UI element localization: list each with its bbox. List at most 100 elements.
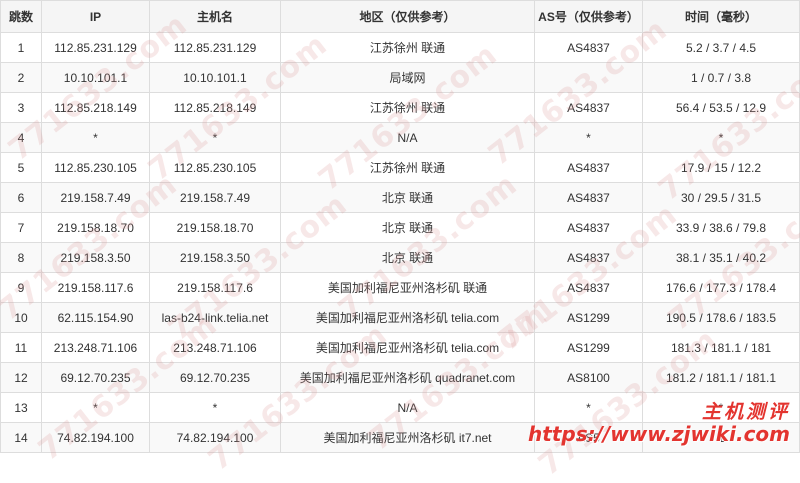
cell-hop: 14 — [0, 422, 42, 453]
cell-ip[interactable]: 219.158.3.50 — [41, 242, 150, 273]
table-row: 7 219.158.18.70 219.158.18.70 北京 联通 AS4837 33… — [0, 212, 800, 243]
header-region: 地区（仅供参考） — [280, 0, 535, 33]
header-as: AS号（仅供参考） — [534, 0, 643, 33]
table-row: 5 112.85.230.105 112.85.230.105 江苏徐州 联通 AS48… — [0, 152, 800, 183]
cell-hostname: 69.12.70.235 — [149, 362, 281, 393]
cell-time: 1 — [642, 422, 800, 453]
cell-region: 美国加利福尼亚州洛杉矶 it7.net — [280, 422, 535, 453]
cell-hop: 1 — [0, 32, 42, 63]
cell-hop: 13 — [0, 392, 42, 423]
cell-region: 江苏徐州 联通 — [280, 32, 535, 63]
cell-ip[interactable]: 219.158.7.49 — [41, 182, 150, 213]
cell-as[interactable]: AS8100 — [534, 362, 643, 393]
cell-as: * — [534, 392, 643, 423]
cell-time: 181.2 / 181.1 / 181.1 — [642, 362, 800, 393]
cell-time: 181.3 / 181.1 / 181 — [642, 332, 800, 363]
cell-hostname: 219.158.117.6 — [149, 272, 281, 303]
header-ip: IP — [41, 0, 150, 33]
cell-region: 美国加利福尼亚州洛杉矶 telia.com — [280, 302, 535, 333]
cell-hop: 11 — [0, 332, 42, 363]
cell-hostname: * — [149, 392, 281, 423]
cell-ip[interactable]: 10.10.101.1 — [41, 62, 150, 93]
cell-ip[interactable]: 219.158.117.6 — [41, 272, 150, 303]
cell-region: 北京 联通 — [280, 242, 535, 273]
table-row: 6 219.158.7.49 219.158.7.49 北京 联通 AS4837 30 /… — [0, 182, 800, 213]
cell-region: N/A — [280, 122, 535, 153]
cell-ip[interactable]: 74.82.194.100 — [41, 422, 150, 453]
table-row: 3 112.85.218.149 112.85.218.149 江苏徐州 联通 AS48… — [0, 92, 800, 123]
cell-time: 1 / 0.7 / 3.8 — [642, 62, 800, 93]
cell-hop: 9 — [0, 272, 42, 303]
cell-hostname: 219.158.18.70 — [149, 212, 281, 243]
header-time: 时间（毫秒） — [642, 0, 800, 33]
cell-time: 17.9 / 15 / 12.2 — [642, 152, 800, 183]
cell-region: 美国加利福尼亚州洛杉矶 telia.com — [280, 332, 535, 363]
cell-region: 江苏徐州 联通 — [280, 152, 535, 183]
cell-as[interactable]: AS1299 — [534, 302, 643, 333]
cell-hostname: 219.158.3.50 — [149, 242, 281, 273]
cell-hop: 4 — [0, 122, 42, 153]
cell-hostname: 74.82.194.100 — [149, 422, 281, 453]
cell-region: 美国加利福尼亚州洛杉矶 联通 — [280, 272, 535, 303]
cell-ip[interactable]: 112.85.231.129 — [41, 32, 150, 63]
table-header-row: 跳数 IP 主机名 地区（仅供参考） AS号（仅供参考） 时间（毫秒） — [0, 0, 800, 33]
cell-time: 33.9 / 38.6 / 79.8 — [642, 212, 800, 243]
cell-ip[interactable]: 219.158.18.70 — [41, 212, 150, 243]
cell-time: 190.5 / 178.6 / 183.5 — [642, 302, 800, 333]
cell-time: 176.6 / 177.3 / 178.4 — [642, 272, 800, 303]
cell-as: * — [534, 122, 643, 153]
cell-as — [534, 62, 643, 93]
table-row: 13 * * N/A * * — [0, 392, 800, 423]
cell-as[interactable]: AS4837 — [534, 92, 643, 123]
cell-time: 56.4 / 53.5 / 12.9 — [642, 92, 800, 123]
cell-hostname: 112.85.218.149 — [149, 92, 281, 123]
cell-hostname: * — [149, 122, 281, 153]
cell-as[interactable]: AS4837 — [534, 32, 643, 63]
cell-as[interactable]: AS4837 — [534, 242, 643, 273]
cell-ip[interactable]: 62.115.154.90 — [41, 302, 150, 333]
cell-hostname: 213.248.71.106 — [149, 332, 281, 363]
cell-ip[interactable]: 112.85.218.149 — [41, 92, 150, 123]
cell-hop: 3 — [0, 92, 42, 123]
cell-ip[interactable]: 69.12.70.235 — [41, 362, 150, 393]
cell-as[interactable]: AS4837 — [534, 272, 643, 303]
cell-ip[interactable]: 112.85.230.105 — [41, 152, 150, 183]
cell-region: 北京 联通 — [280, 182, 535, 213]
cell-ip: * — [41, 392, 150, 423]
cell-hop: 2 — [0, 62, 42, 93]
table-row: 1 112.85.231.129 112.85.231.129 江苏徐州 联通 AS48… — [0, 32, 800, 63]
cell-hop: 8 — [0, 242, 42, 273]
cell-region: 江苏徐州 联通 — [280, 92, 535, 123]
cell-time: * — [642, 392, 800, 423]
cell-time: 5.2 / 3.7 / 4.5 — [642, 32, 800, 63]
cell-time: * — [642, 122, 800, 153]
cell-hop: 12 — [0, 362, 42, 393]
cell-region: 北京 联通 — [280, 212, 535, 243]
cell-as[interactable]: AS1299 — [534, 332, 643, 363]
header-hostname: 主机名 — [149, 0, 281, 33]
cell-as[interactable]: AS4837 — [534, 182, 643, 213]
cell-region: N/A — [280, 392, 535, 423]
cell-ip: * — [41, 122, 150, 153]
cell-as[interactable]: AS4837 — [534, 212, 643, 243]
cell-hop: 7 — [0, 212, 42, 243]
table-row: 10 62.115.154.90 las-b24-link.telia.net 美国加… — [0, 302, 800, 333]
table-row: 11 213.248.71.106 213.248.71.106 美国加利福尼亚州洛杉… — [0, 332, 800, 363]
cell-as[interactable]: AS4837 — [534, 152, 643, 183]
cell-as[interactable]: AS5 — [534, 422, 643, 453]
traceroute-table: 跳数 IP 主机名 地区（仅供参考） AS号（仅供参考） 时间（毫秒） 1 112… — [0, 0, 800, 453]
table-row: 9 219.158.117.6 219.158.117.6 美国加利福尼亚州洛杉矶 联… — [0, 272, 800, 303]
cell-ip[interactable]: 213.248.71.106 — [41, 332, 150, 363]
cell-hostname: las-b24-link.telia.net — [149, 302, 281, 333]
header-hop: 跳数 — [0, 0, 42, 33]
table-row: 8 219.158.3.50 219.158.3.50 北京 联通 AS4837 38.1… — [0, 242, 800, 273]
cell-hop: 6 — [0, 182, 42, 213]
cell-time: 38.1 / 35.1 / 40.2 — [642, 242, 800, 273]
cell-hop: 5 — [0, 152, 42, 183]
cell-hostname: 219.158.7.49 — [149, 182, 281, 213]
table-row: 14 74.82.194.100 74.82.194.100 美国加利福尼亚州洛杉矶 … — [0, 422, 800, 453]
cell-hostname: 112.85.231.129 — [149, 32, 281, 63]
cell-hop: 10 — [0, 302, 42, 333]
cell-region: 美国加利福尼亚州洛杉矶 quadranet.com — [280, 362, 535, 393]
cell-hostname: 112.85.230.105 — [149, 152, 281, 183]
